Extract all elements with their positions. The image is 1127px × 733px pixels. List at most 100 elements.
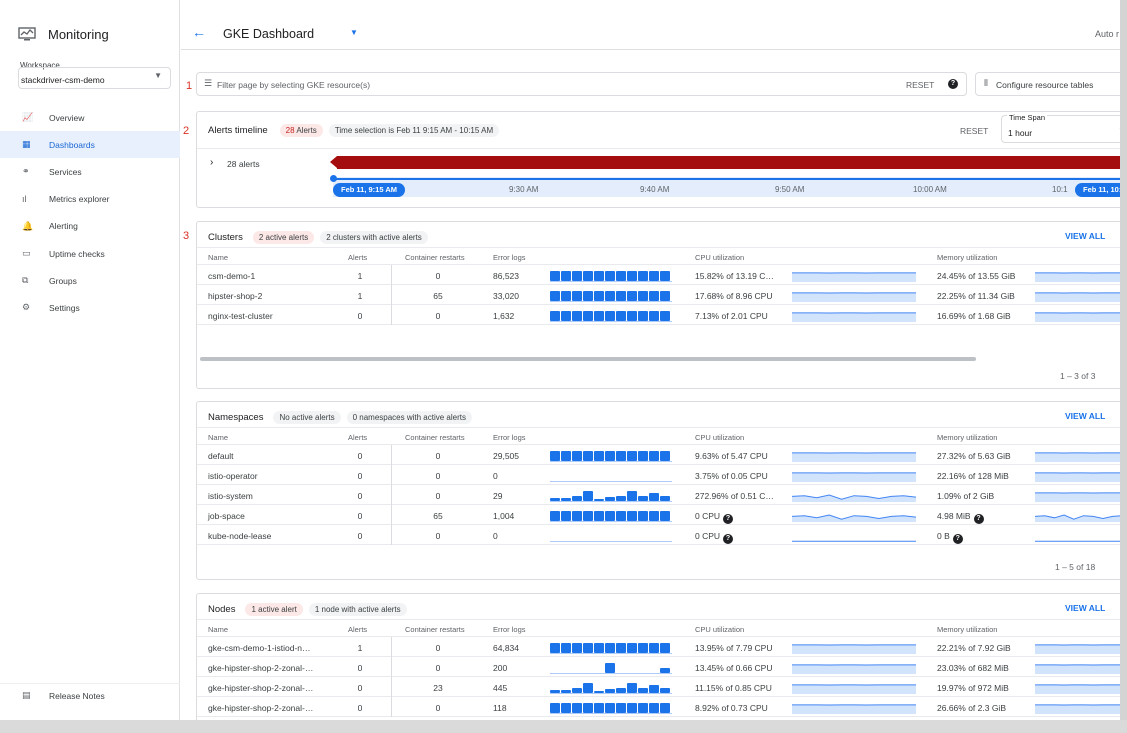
- column-header-errors[interactable]: Error logs: [493, 625, 526, 634]
- help-icon[interactable]: ?: [952, 534, 963, 544]
- alerts-cell: 0: [355, 451, 365, 461]
- resource-name-link[interactable]: istio-system: [208, 491, 253, 501]
- column-header-name[interactable]: Name: [208, 433, 228, 442]
- sidebar-item-settings[interactable]: ⚙ Settings: [0, 294, 180, 321]
- sidebar-item-groups[interactable]: ⧉ Groups: [0, 267, 180, 294]
- column-header-alerts[interactable]: Alerts: [348, 253, 367, 262]
- table-row[interactable]: hipster-shop-2 1 65 33,020 17.68% of 8.96 CP…: [197, 285, 1120, 305]
- resource-name-link[interactable]: gke-csm-demo-1-istiod-n…: [208, 643, 311, 653]
- resource-name-link[interactable]: hipster-shop-2: [208, 291, 262, 301]
- table-row[interactable]: default 0 0 29,505 9.63% of 5.47 CPU 27.32% o…: [197, 445, 1120, 465]
- range-start-pill[interactable]: Feb 11, 9:15 AM: [333, 183, 405, 197]
- error-logs-cell: 0: [493, 531, 498, 541]
- column-header-restarts[interactable]: Container restarts: [405, 625, 465, 634]
- table-row[interactable]: kube-node-lease 0 0 0 0 CPU? 0 B?: [197, 525, 1120, 545]
- sidebar-item-services[interactable]: ⚭ Services: [0, 158, 180, 185]
- sidebar-item-metrics-explorer[interactable]: ıl Metrics explorer: [0, 186, 180, 213]
- auto-refresh-label[interactable]: Auto r: [1095, 29, 1119, 39]
- column-header-cpu[interactable]: CPU utilization: [695, 433, 744, 442]
- cpu-sparkline: [792, 472, 916, 482]
- column-header-memory[interactable]: Memory utilization: [937, 625, 997, 634]
- caret-down-icon: ▼: [154, 71, 162, 80]
- sidebar-item-uptime-checks[interactable]: ▭ Uptime checks: [0, 240, 180, 267]
- annotation-marker-1: 1: [186, 80, 193, 92]
- column-header-name[interactable]: Name: [208, 625, 228, 634]
- table-row[interactable]: istio-system 0 0 29 272.96% of 0.51 C… 1.09% …: [197, 485, 1120, 505]
- cpu-sparkline-area: [792, 684, 916, 694]
- table-row[interactable]: gke-hipster-shop-2-zonal-… 0 0 118 8.92% of …: [197, 697, 1120, 717]
- resource-name-link[interactable]: gke-hipster-shop-2-zonal-…: [208, 703, 313, 713]
- cpu-sparkline: [792, 540, 916, 542]
- sidebar-item-dashboards[interactable]: ▦ Dashboards: [0, 131, 180, 159]
- range-end-pill[interactable]: Feb 11, 10:: [1075, 183, 1120, 197]
- column-header-memory[interactable]: Memory utilization: [937, 433, 997, 442]
- resource-name-link[interactable]: gke-hipster-shop-2-zonal-…: [208, 663, 313, 673]
- column-header-restarts[interactable]: Container restarts: [405, 253, 465, 262]
- resource-filter[interactable]: ☰ Filter page by selecting GKE resource(…: [196, 72, 967, 96]
- back-arrow-icon[interactable]: ←: [192, 24, 206, 40]
- timeline-row: › 28 alerts: [197, 148, 1120, 177]
- configure-tables-button[interactable]: ⦀ Configure resource tables: [975, 72, 1120, 96]
- column-header-restarts[interactable]: Container restarts: [405, 433, 465, 442]
- restarts-cell: 23: [423, 683, 453, 693]
- cpu-sparkline: [792, 704, 916, 714]
- nodes-view-all-button[interactable]: VIEW ALL: [1065, 603, 1105, 613]
- column-header-errors[interactable]: Error logs: [493, 253, 526, 262]
- sidebar-item-overview[interactable]: 📈 Overview: [0, 104, 180, 131]
- error-logs-bar: [660, 643, 670, 653]
- chevron-right-icon[interactable]: ›: [210, 157, 213, 168]
- error-logs-bar: [616, 703, 626, 713]
- error-logs-sparkline: [550, 511, 672, 522]
- resource-name-link[interactable]: csm-demo-1: [208, 271, 255, 281]
- column-header-memory[interactable]: Memory utilization: [937, 253, 997, 262]
- resource-name-link-text: nginx-test-cluster: [208, 311, 273, 321]
- cpu-cell: 272.96% of 0.51 C…: [695, 491, 774, 501]
- resource-name-link[interactable]: kube-node-lease: [208, 531, 271, 541]
- time-axis[interactable]: [333, 177, 1120, 197]
- column-header-cpu[interactable]: CPU utilization: [695, 625, 744, 634]
- restarts-cell: 0: [423, 451, 453, 461]
- column-header-name[interactable]: Name: [208, 253, 228, 262]
- error-logs-cell-text: 33,020: [493, 291, 519, 301]
- alert-bar[interactable]: [337, 156, 1120, 169]
- time-axis-handle[interactable]: [330, 175, 337, 182]
- help-icon[interactable]: ?: [723, 534, 734, 544]
- column-header-errors[interactable]: Error logs: [493, 433, 526, 442]
- sidebar-item-alerting[interactable]: 🔔 Alerting: [0, 213, 180, 240]
- timeline-title: Alerts timeline: [208, 125, 268, 136]
- dashboard-dropdown-icon[interactable]: ▼: [350, 28, 358, 37]
- release-notes-link[interactable]: ▤ Release Notes: [0, 683, 180, 707]
- resource-name-link[interactable]: gke-hipster-shop-2-zonal-…: [208, 683, 313, 693]
- workspace-select[interactable]: stackdriver-csm-demo ▼: [18, 67, 171, 89]
- table-row[interactable]: gke-hipster-shop-2-zonal-… 0 23 445 11.15% o…: [197, 677, 1120, 697]
- sidebar-item-label: Dashboards: [49, 139, 95, 150]
- help-icon[interactable]: ?: [973, 514, 984, 524]
- help-icon[interactable]: ?: [723, 514, 734, 524]
- resource-name-link[interactable]: job-space: [208, 511, 245, 521]
- table-row[interactable]: csm-demo-1 1 0 86,523 15.82% of 13.19 C… 24.4…: [197, 265, 1120, 285]
- column-header-alerts[interactable]: Alerts: [348, 433, 367, 442]
- cpu-sparkline: [792, 684, 916, 694]
- resource-name-link[interactable]: default: [208, 451, 234, 461]
- table-row[interactable]: istio-operator 0 0 0 3.75% of 0.05 CPU 22.16%…: [197, 465, 1120, 485]
- help-icon[interactable]: ?: [948, 79, 958, 89]
- table-row[interactable]: gke-hipster-shop-2-zonal-… 0 0 200 13.45% of…: [197, 657, 1120, 677]
- resource-name-link[interactable]: nginx-test-cluster: [208, 311, 273, 321]
- error-logs-bar: [561, 291, 571, 301]
- namespaces-view-all-button[interactable]: VIEW ALL: [1065, 411, 1105, 421]
- alerts-cell-text: 1: [357, 291, 363, 301]
- clusters-view-all-button[interactable]: VIEW ALL: [1065, 231, 1105, 241]
- column-header-alerts[interactable]: Alerts: [348, 625, 367, 634]
- column-header-cpu[interactable]: CPU utilization: [695, 253, 744, 262]
- error-logs-cell-text: 1,632: [493, 311, 515, 321]
- table-row[interactable]: nginx-test-cluster 0 0 1,632 7.13% of 2.01 C…: [197, 305, 1120, 325]
- filter-reset-button[interactable]: RESET: [906, 80, 934, 90]
- memory-cell-text: 24.45% of 13.55 GiB: [937, 271, 1016, 281]
- timespan-select[interactable]: Time Span 1 hour ▼: [1001, 113, 1120, 143]
- table-row[interactable]: job-space 0 65 1,004 0 CPU? 4.98 MiB?: [197, 505, 1120, 525]
- timeline-reset-button[interactable]: RESET: [960, 126, 988, 136]
- resource-name-link[interactable]: istio-operator: [208, 471, 258, 481]
- time-tick: 10:00 AM: [913, 185, 947, 194]
- table-row[interactable]: gke-csm-demo-1-istiod-n… 1 0 64,834 13.95% o…: [197, 637, 1120, 657]
- horizontal-scrollbar[interactable]: [200, 357, 976, 361]
